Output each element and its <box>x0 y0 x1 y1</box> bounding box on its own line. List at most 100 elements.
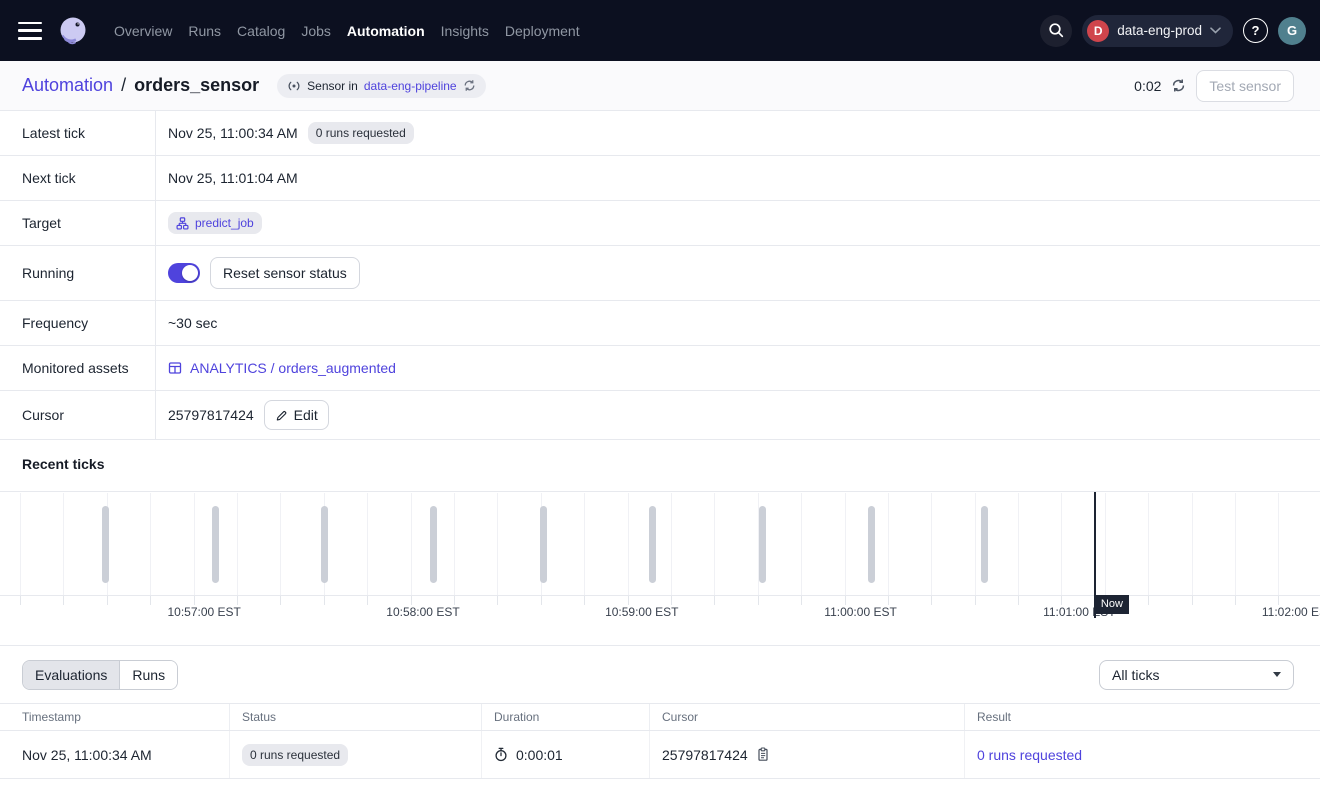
latest-tick-status-badge: 0 runs requested <box>308 122 414 144</box>
chart-axis-tick <box>63 596 64 605</box>
chart-axis-tick <box>845 596 846 605</box>
next-tick-value: Nov 25, 11:01:04 AM <box>168 170 298 186</box>
column-header-duration: Duration <box>482 704 650 730</box>
tick-filter-value: All ticks <box>1112 667 1159 683</box>
chart-gridline <box>150 493 151 595</box>
tab-evaluations[interactable]: Evaluations <box>23 661 119 689</box>
deployment-badge: D <box>1087 20 1109 42</box>
nav-item-automation[interactable]: Automation <box>347 23 425 39</box>
column-header-cursor: Cursor <box>650 704 965 730</box>
recent-ticks-heading: Recent ticks <box>0 440 1320 491</box>
chart-axis-tick <box>150 596 151 605</box>
hamburger-menu-icon[interactable] <box>18 22 42 40</box>
chart-axis-tick <box>194 596 195 605</box>
chart-axis-tick <box>758 596 759 605</box>
pencil-icon <box>275 409 288 422</box>
running-toggle[interactable] <box>168 263 200 283</box>
nav-item-overview[interactable]: Overview <box>114 23 172 39</box>
tick-bar[interactable] <box>759 506 766 583</box>
nav-item-jobs[interactable]: Jobs <box>301 23 331 39</box>
monitored-asset-name: ANALYTICS / orders_augmented <box>190 360 396 376</box>
chart-gridline <box>63 493 64 595</box>
refresh-icon[interactable] <box>1171 78 1186 93</box>
chart-axis-tick <box>20 596 21 605</box>
caret-down-icon <box>1273 672 1281 677</box>
copy-clipboard-icon[interactable] <box>756 747 770 762</box>
breadcrumb-automation-link[interactable]: Automation <box>22 75 113 96</box>
cell-duration: 0:00:01 <box>482 731 650 778</box>
chart-gridline <box>628 493 629 595</box>
asset-table-icon <box>168 361 182 375</box>
cell-status: 0 runs requested <box>230 731 482 778</box>
chart-gridline <box>671 493 672 595</box>
nav-item-runs[interactable]: Runs <box>188 23 221 39</box>
chart-gridline <box>367 493 368 595</box>
axis-label: 11:02:00 EST <box>1262 605 1320 619</box>
axis-label: 10:57:00 EST <box>167 605 240 619</box>
chart-axis-tick <box>584 596 585 605</box>
chart-axis-tick <box>411 596 412 605</box>
reset-sensor-status-button[interactable]: Reset sensor status <box>210 257 360 289</box>
chart-gridline <box>237 493 238 595</box>
chart-gridline <box>411 493 412 595</box>
status-badge: 0 runs requested <box>242 744 348 766</box>
monitored-assets-row: Monitored assets ANALYTICS / orders_augm… <box>0 346 1320 391</box>
edit-cursor-button[interactable]: Edit <box>264 400 329 430</box>
chart-axis-tick <box>107 596 108 605</box>
chart-axis-tick <box>237 596 238 605</box>
cell-cursor: 25797817424 <box>650 731 965 778</box>
latest-tick-value: Nov 25, 11:00:34 AM <box>168 125 298 141</box>
cursor-value: 25797817424 <box>168 407 254 423</box>
chart-axis-tick <box>628 596 629 605</box>
chart-gridline <box>801 493 802 595</box>
chart-axis-tick <box>324 596 325 605</box>
deployment-name: data-eng-prod <box>1117 23 1202 38</box>
deployment-switcher[interactable]: D data-eng-prod <box>1082 15 1233 47</box>
axis-label: 10:59:00 EST <box>605 605 678 619</box>
reload-location-icon[interactable] <box>463 79 476 92</box>
monitored-asset-link[interactable]: ANALYTICS / orders_augmented <box>168 360 396 376</box>
tab-runs[interactable]: Runs <box>119 661 177 689</box>
tick-bar[interactable] <box>212 506 219 583</box>
frequency-value: ~30 sec <box>168 315 217 331</box>
nav-item-insights[interactable]: Insights <box>441 23 489 39</box>
target-label: Target <box>0 215 155 231</box>
search-icon[interactable] <box>1040 15 1072 47</box>
code-location-link[interactable]: data-eng-pipeline <box>364 79 457 93</box>
chart-axis-tick <box>671 596 672 605</box>
nav-item-deployment[interactable]: Deployment <box>505 23 580 39</box>
test-sensor-button[interactable]: Test sensor <box>1196 70 1294 102</box>
chart-gridline <box>280 493 281 595</box>
tick-bar[interactable] <box>540 506 547 583</box>
edit-cursor-label: Edit <box>294 407 318 423</box>
evaluations-table-header: TimestampStatusDurationCursorResult <box>0 703 1320 731</box>
axis-label: 10:58:00 EST <box>386 605 459 619</box>
chart-gridline <box>497 493 498 595</box>
tick-bar[interactable] <box>649 506 656 583</box>
chart-axis-tick <box>888 596 889 605</box>
tick-filter-select[interactable]: All ticks <box>1099 660 1294 690</box>
tick-bar[interactable] <box>868 506 875 583</box>
target-job-pill[interactable]: predict_job <box>168 212 262 234</box>
chart-gridline <box>888 493 889 595</box>
column-header-result: Result <box>965 704 1320 730</box>
column-header-timestamp: Timestamp <box>0 704 230 730</box>
cell-timestamp: Nov 25, 11:00:34 AM <box>0 731 230 778</box>
nav-item-catalog[interactable]: Catalog <box>237 23 285 39</box>
sensor-details: Latest tick Nov 25, 11:00:34 AM 0 runs r… <box>0 111 1320 440</box>
tick-bar[interactable] <box>981 506 988 583</box>
latest-tick-label: Latest tick <box>0 125 155 141</box>
tick-bar[interactable] <box>430 506 437 583</box>
now-badge: Now <box>1095 595 1129 614</box>
sensor-type-badge: Sensor in data-eng-pipeline <box>277 74 485 98</box>
help-icon[interactable]: ? <box>1243 18 1268 43</box>
tick-bar[interactable] <box>102 506 109 583</box>
result-link[interactable]: 0 runs requested <box>977 747 1082 763</box>
user-avatar[interactable]: G <box>1278 17 1306 45</box>
frequency-row: Frequency ~30 sec <box>0 301 1320 346</box>
page-title: orders_sensor <box>134 75 259 96</box>
tick-bar[interactable] <box>321 506 328 583</box>
dagster-logo-icon[interactable] <box>58 16 88 46</box>
target-job-name: predict_job <box>195 216 254 230</box>
chevron-down-icon <box>1210 27 1221 34</box>
